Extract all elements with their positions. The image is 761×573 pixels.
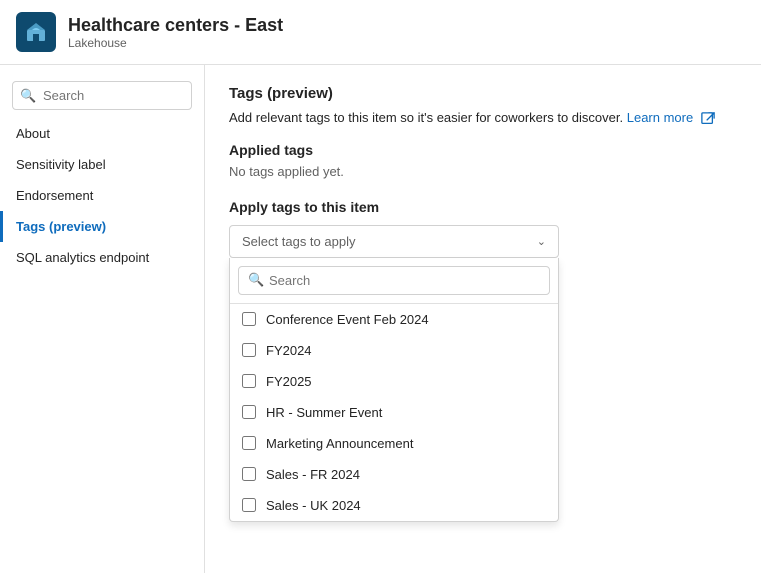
dropdown-search-icon: 🔍 [248,272,264,288]
dropdown-item-label: Conference Event Feb 2024 [266,312,429,327]
checkbox-fy2025[interactable] [242,374,256,388]
dropdown-item-fy2025[interactable]: FY2025 [230,366,558,397]
dropdown-item-marketing[interactable]: Marketing Announcement [230,428,558,459]
sidebar: 🔍 About Sensitivity label Endorsement Ta… [0,65,205,573]
dropdown-item-sales-uk[interactable]: Sales - UK 2024 [230,490,558,521]
section-description: Add relevant tags to this item so it's e… [229,110,737,126]
checkbox-conf-event[interactable] [242,312,256,326]
applied-tags-label: Applied tags [229,142,737,158]
app-header: Healthcare centers - East Lakehouse [0,0,761,65]
search-icon: 🔍 [20,88,36,104]
dropdown-item-label: HR - Summer Event [266,405,382,420]
learn-more-link[interactable]: Learn more [627,110,715,125]
dropdown-list: Conference Event Feb 2024 FY2024 FY2025 … [230,304,558,521]
checkbox-sales-uk[interactable] [242,498,256,512]
dropdown-search-input[interactable] [238,266,550,295]
tags-dropdown-trigger[interactable]: Select tags to apply ⌄ [229,225,559,258]
external-link-icon [701,112,715,126]
dropdown-item-label: FY2024 [266,343,312,358]
dropdown-item-label: Marketing Announcement [266,436,413,451]
main-layout: 🔍 About Sensitivity label Endorsement Ta… [0,65,761,573]
sidebar-item-endorsement[interactable]: Endorsement [0,180,204,211]
dropdown-item-sales-fr[interactable]: Sales - FR 2024 [230,459,558,490]
chevron-down-icon: ⌄ [537,235,546,248]
main-content: Tags (preview) Add relevant tags to this… [205,65,761,573]
dropdown-item-hr-summer[interactable]: HR - Summer Event [230,397,558,428]
sidebar-search-input[interactable] [12,81,192,110]
tags-dropdown-panel: 🔍 Conference Event Feb 2024 FY2024 FY202 [229,258,559,522]
app-icon [16,12,56,52]
sidebar-item-sensitivity-label[interactable]: Sensitivity label [0,149,204,180]
apply-tags-label: Apply tags to this item [229,199,737,215]
sidebar-item-sql-analytics[interactable]: SQL analytics endpoint [0,242,204,273]
checkbox-hr-summer[interactable] [242,405,256,419]
page-title: Healthcare centers - East [68,15,283,36]
sidebar-search-container: 🔍 [12,81,192,110]
section-title: Tags (preview) [229,85,737,102]
header-text: Healthcare centers - East Lakehouse [68,15,283,50]
sidebar-item-tags-preview[interactable]: Tags (preview) [0,211,204,242]
dropdown-search-container: 🔍 [230,258,558,304]
checkbox-marketing[interactable] [242,436,256,450]
sidebar-item-about[interactable]: About [0,118,204,149]
checkbox-fy2024[interactable] [242,343,256,357]
no-tags-text: No tags applied yet. [229,164,737,179]
dropdown-item-label: FY2025 [266,374,312,389]
dropdown-placeholder: Select tags to apply [242,234,355,249]
dropdown-item-label: Sales - UK 2024 [266,498,361,513]
dropdown-item-label: Sales - FR 2024 [266,467,360,482]
dropdown-item-conf-event[interactable]: Conference Event Feb 2024 [230,304,558,335]
tags-dropdown-container: Select tags to apply ⌄ 🔍 Conference Even… [229,225,559,258]
checkbox-sales-fr[interactable] [242,467,256,481]
dropdown-item-fy2024[interactable]: FY2024 [230,335,558,366]
page-subtitle: Lakehouse [68,36,283,50]
